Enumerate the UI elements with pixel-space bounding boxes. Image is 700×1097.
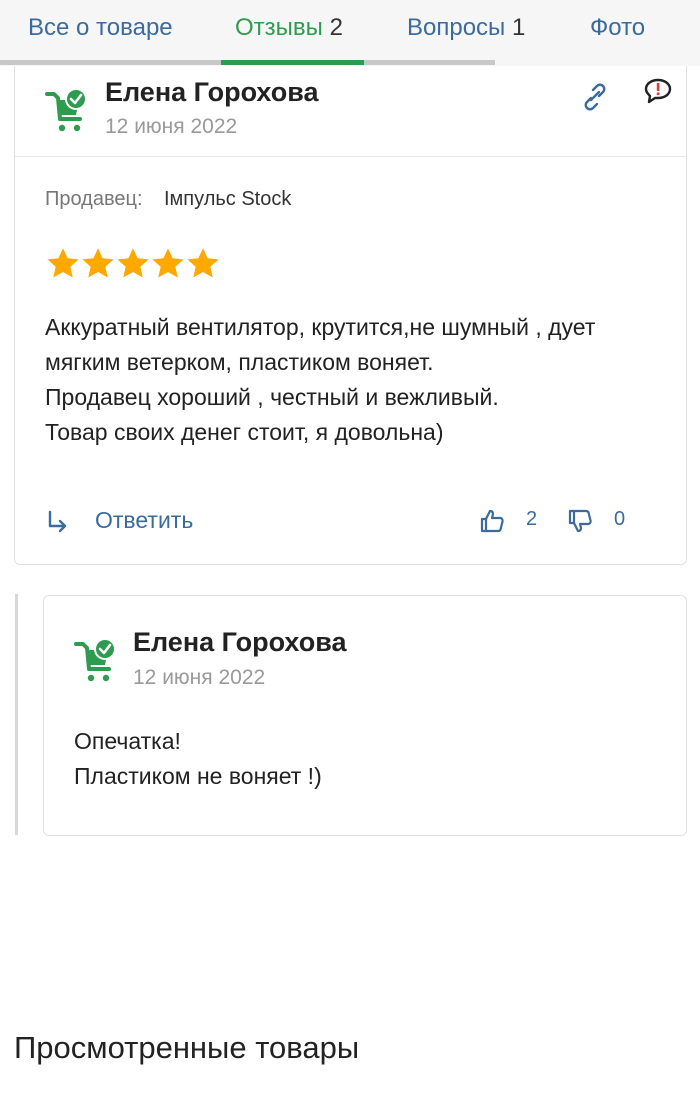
review-text-line: Аккуратный вентилятор, крутится,не шумны… [45, 314, 596, 340]
reply-date: 12 июня 2022 [133, 666, 266, 689]
review-text-line: мягким ветерком, пластиком воняет. [45, 349, 434, 375]
tab-photo[interactable]: Фото [590, 14, 645, 42]
tab-questions[interactable]: Вопросы 1 [407, 14, 525, 42]
like-count: 2 [526, 508, 538, 530]
review-text-line: Товар своих денег стоит, я довольна) [45, 419, 444, 445]
link-icon[interactable] [580, 81, 610, 111]
tab-label: Все о товаре [28, 14, 173, 41]
tab-reviews[interactable]: Отзывы 2 [235, 14, 343, 42]
thumbs-down-icon [568, 509, 592, 533]
green-cart-check-icon [45, 86, 91, 134]
tab-label: Вопросы [407, 14, 506, 41]
card-divider [15, 156, 686, 157]
reply-text-line: Опечатка! [74, 728, 181, 754]
dislike-count: 0 [614, 508, 626, 530]
reply-author-name: Елена Горохова [133, 627, 347, 657]
report-speech-icon[interactable] [643, 76, 673, 106]
viewed-products-title: Просмотренные товары [14, 1030, 360, 1065]
review-card: Елена Горохова 12 июня 2022 Продавец: Ім… [14, 66, 687, 565]
like-button[interactable]: 2 [479, 506, 549, 536]
reply-text-line: Пластиком не воняет !) [74, 763, 322, 789]
tab-count: 1 [511, 14, 526, 41]
reply-text: Опечатка! Пластиком не воняет !) [74, 724, 322, 794]
tab-bar: Все о товаре Отзывы 2 Вопросы 1 Фото [0, 0, 700, 66]
star-rating [45, 246, 225, 282]
reply-arrow-icon [48, 510, 67, 533]
star-icon [152, 248, 184, 278]
reply-label: Ответить [95, 507, 194, 533]
green-cart-check-icon [74, 636, 120, 684]
tab-label: Отзывы [235, 14, 323, 41]
review-author-name: Елена Горохова [105, 77, 319, 107]
thread-line [15, 594, 18, 835]
seller-name[interactable]: Імпульс Stock [164, 188, 291, 211]
star-icon [82, 248, 114, 278]
active-tab-indicator [221, 60, 364, 65]
thumbs-up-icon [480, 509, 504, 533]
star-icon [187, 248, 219, 278]
reply-card: Елена Горохова 12 июня 2022 Опечатка! Пл… [43, 595, 687, 836]
review-text-line: Продавец хороший , честный и вежливый. [45, 384, 499, 410]
tab-all-about-product[interactable]: Все о товаре [28, 14, 173, 42]
seller-label: Продавец: [45, 188, 143, 210]
star-icon [117, 248, 149, 278]
review-text: Аккуратный вентилятор, крутится,не шумны… [45, 310, 675, 450]
tab-count: 2 [329, 14, 343, 41]
dislike-button[interactable]: 0 [567, 506, 637, 536]
review-date: 12 июня 2022 [105, 115, 238, 138]
tab-label: Фото [590, 14, 646, 41]
star-icon [47, 248, 79, 278]
